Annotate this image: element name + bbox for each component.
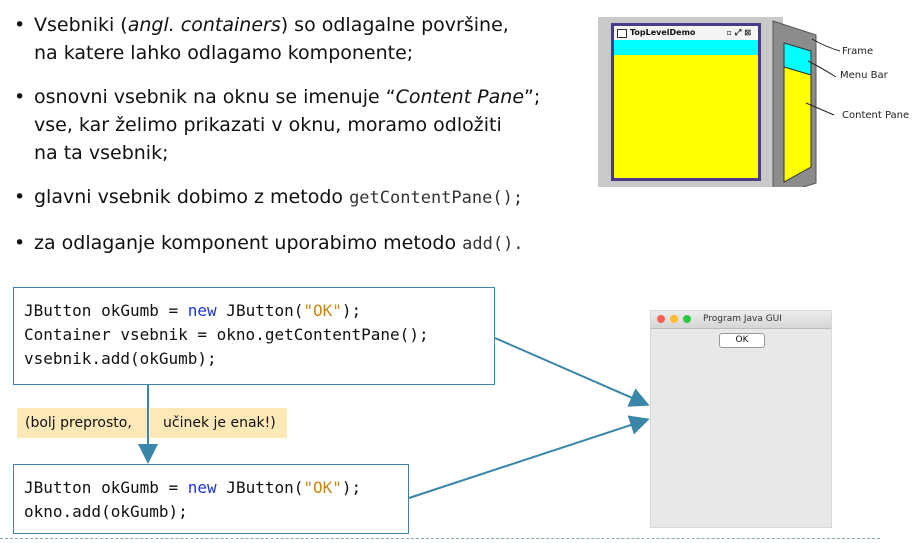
label-frame: Frame: [842, 46, 874, 57]
zoom-light-icon[interactable]: [683, 315, 691, 323]
code-line: JButton okGumb = new JButton("OK");: [24, 301, 362, 320]
label-contentpane: Content Pane: [842, 110, 910, 121]
contentpane-layer: [783, 66, 812, 183]
java-gui-window: Program Java GUI OK: [650, 310, 832, 528]
top-level-container-diagram: TopLevelDemo ▫⤢⊠ Frame Menu Bar Content …: [598, 17, 916, 187]
bullet-dot: •: [14, 14, 26, 36]
code-box-short: JButton okGumb = new JButton("OK"); okno…: [13, 464, 409, 534]
layers-illustration: [772, 20, 841, 187]
code-box-long: JButton okGumb = new JButton("OK"); Cont…: [13, 287, 495, 385]
label-menubar: Menu Bar: [840, 70, 888, 81]
minimize-light-icon[interactable]: [670, 315, 678, 323]
java-gui-title: Program Java GUI: [703, 314, 782, 324]
note-divider: [148, 402, 150, 458]
arrow-code1-to-window: [494, 337, 650, 407]
close-light-icon[interactable]: [657, 315, 665, 323]
code-line: Container vsebnik = okno.getContentPane(…: [24, 325, 429, 344]
code-line: okno.add(okGumb);: [24, 502, 188, 521]
bottom-divider: [0, 538, 880, 539]
note-simpler: (bolj preprosto, učinek je enak!): [17, 408, 287, 438]
ok-button[interactable]: OK: [719, 333, 765, 348]
java-gui-titlebar: Program Java GUI: [651, 311, 831, 329]
code-line: JButton okGumb = new JButton("OK");: [24, 478, 362, 497]
arrow-code2-to-window: [408, 415, 650, 499]
bullet-containers-line2: na katere lahko odlagamo komponente;: [34, 42, 414, 64]
code-line: vsebnik.add(okGumb);: [24, 349, 217, 368]
